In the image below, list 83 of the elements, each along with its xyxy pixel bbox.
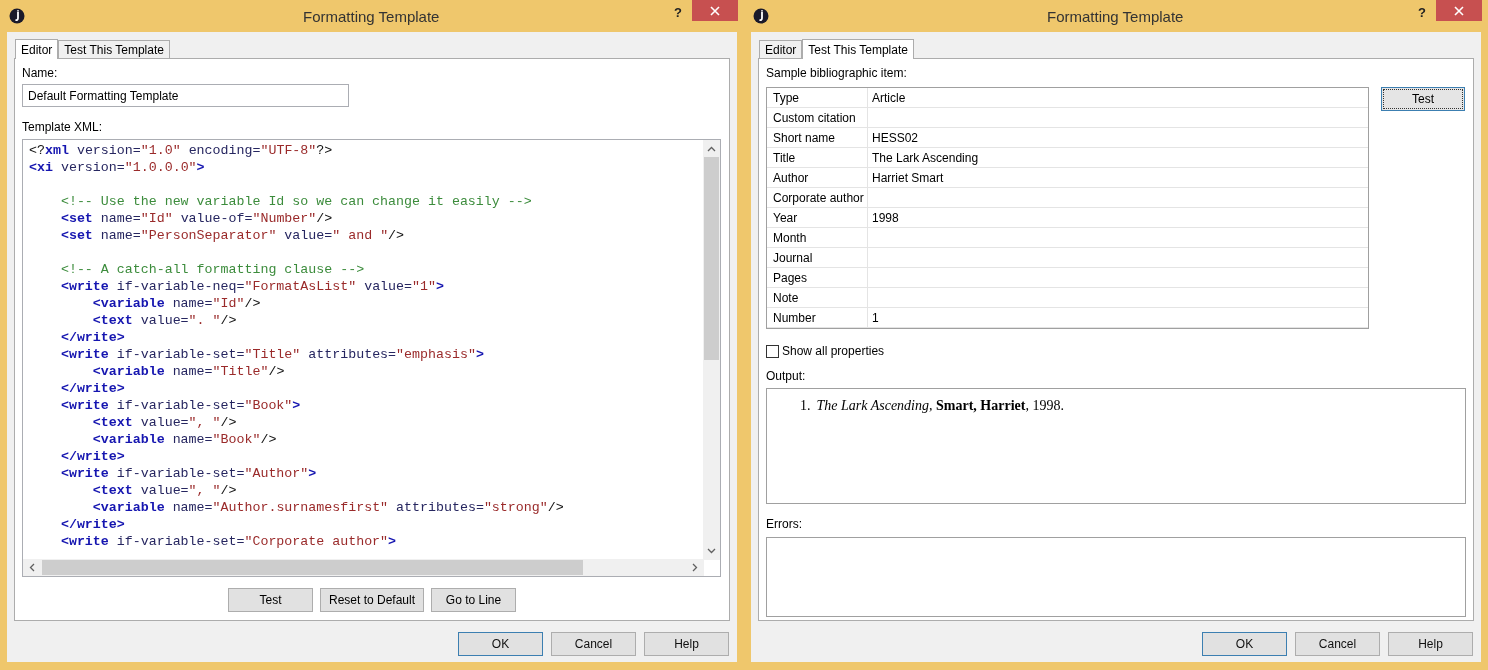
code-editor[interactable] [22,139,721,577]
property-name-cell: Author [767,168,868,187]
property-value-cell[interactable]: Harriet Smart [868,168,1368,187]
action-button[interactable]: Go to Line [431,588,516,612]
code-line: <variable name="Id"/> [91,295,261,312]
checkbox[interactable] [766,344,779,358]
citation-text: The Lark Ascending, Smart, Harriet, 1998. [816,397,1064,415]
property-value-cell[interactable]: The Lark Ascending [868,148,1368,167]
code-line: </write> [59,516,125,533]
code-line: <variable name="Book"/> [91,431,277,448]
app-logo-icon [9,8,25,24]
vertical-scrollbar[interactable] [703,140,720,560]
code-line: <xi version="1.0.0.0"> [29,159,205,176]
code-line: <set name="Id" value-of="Number"/> [59,210,333,227]
tab[interactable]: Editor [15,39,59,59]
app-logo-icon [753,8,769,24]
window-title: Formatting Template [1047,7,1184,27]
code-line: <set name="PersonSeparator" value=" and "/> [59,227,405,244]
property-name-cell: Corporate author [767,188,868,207]
scroll-right-icon[interactable] [692,563,698,572]
code-line: <write if-variable-set="Author"> [59,465,317,482]
name-label: Name: [22,65,59,81]
code-line: <write if-variable-set="Title" attributes="emphasis"> [59,346,484,363]
dialog-button[interactable]: Help [644,632,729,656]
code-line: <variable name="Title"/> [91,363,285,380]
close-icon[interactable] [710,5,720,16]
tab[interactable]: Test This Template [58,40,170,58]
property-value-cell[interactable]: 1 [868,308,1368,327]
window-title: Formatting Template [303,7,440,27]
scrollbar-thumb[interactable] [704,157,719,360]
dialog-button[interactable]: OK [1202,632,1287,656]
scrollbar-thumb[interactable] [42,560,583,575]
property-name-cell: Type [767,88,868,107]
template-xml-label: Template XML: [22,119,104,135]
scroll-up-icon[interactable] [707,146,716,152]
close-icon[interactable] [1454,5,1464,16]
property-name-cell: Number [767,308,868,327]
code-line: </write> [59,329,125,346]
code-line: <write if-variable-set="Book"> [59,397,301,414]
output-label: Output: [766,368,807,384]
property-name-cell: Short name [767,128,868,147]
code-line: <text value=". "/> [91,312,237,329]
property-value-cell[interactable]: HESS02 [868,128,1368,147]
property-name-cell: Pages [767,268,868,287]
checkbox-label[interactable]: Show all properties [782,342,885,360]
property-name-cell: Year [767,208,868,227]
code-line: <?xml version="1.0" encoding="UTF-8"?> [29,142,333,159]
code-line: <!-- A catch-all formatting clause --> [59,261,365,278]
code-line: </write> [59,448,125,465]
help-glyph[interactable]: ? [1418,3,1426,23]
scroll-left-icon[interactable] [29,563,35,572]
code-line: <text value=", "/> [91,414,237,431]
property-name-cell: Title [767,148,868,167]
horizontal-scrollbar[interactable] [23,559,704,576]
tab[interactable]: Editor [759,40,803,58]
errors-label: Errors: [766,516,803,532]
name-field[interactable]: Default Formatting Template [22,84,349,107]
sample-item-label: Sample bibliographic item: [766,65,908,81]
code-line: </write> [59,380,125,397]
test-button[interactable]: Test [1381,87,1465,111]
code-line: <!-- Use the new variable Id so we can change it easily --> [59,193,532,210]
action-button[interactable]: Reset to Default [319,588,424,612]
dialog-button[interactable]: Cancel [1295,632,1380,656]
code-line: <write if-variable-neq="FormatAsList" value="1"> [59,278,444,295]
tab[interactable]: Test This Template [802,39,914,59]
action-button[interactable]: Test [227,588,313,612]
code-line: <variable name="Author.surnamesfirst" attributes="strong"/> [91,499,564,516]
dialog-button[interactable]: Cancel [551,632,636,656]
dialog-button[interactable]: Help [1388,632,1473,656]
property-value-cell[interactable]: 1998 [868,208,1368,227]
scroll-down-icon[interactable] [707,548,716,554]
property-name-cell: Custom citation [767,108,868,127]
property-value-cell[interactable]: Article [868,88,1368,107]
property-name-cell: Month [767,228,868,247]
close-button[interactable] [1436,0,1482,21]
code-line: <text value=", "/> [91,482,237,499]
dialog-button[interactable]: OK [458,632,543,656]
property-name-cell: Note [767,288,868,307]
help-glyph[interactable]: ? [674,3,682,23]
code-line: <write if-variable-set="Corporate author"> [59,533,397,550]
close-button[interactable] [692,0,738,21]
list-number: 1. [800,397,811,415]
property-name-cell: Journal [767,248,868,267]
